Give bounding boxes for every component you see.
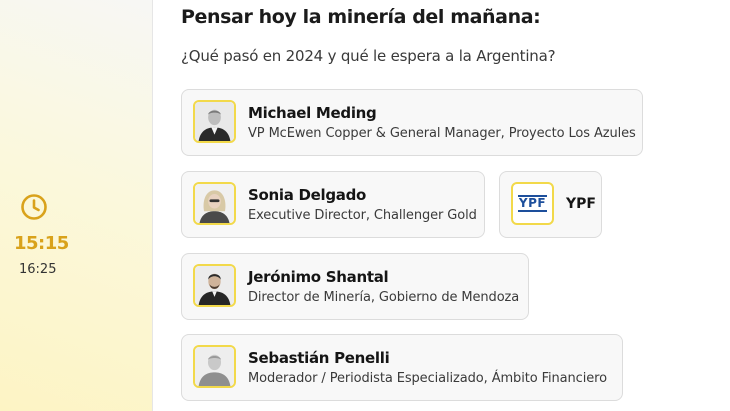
speaker-card-sebastian-penelli[interactable]: Sebastián Penelli Moderador / Periodista… xyxy=(181,334,623,401)
speaker-photo xyxy=(193,100,236,143)
speaker-role: Director de Minería, Gobierno de Mendoza xyxy=(248,290,520,305)
speaker-name: Sonia Delgado xyxy=(248,186,367,204)
schedule-timeline: 15:15 16:25 xyxy=(0,0,153,411)
start-time: 15:15 xyxy=(14,233,69,254)
session-title: Pensar hoy la minería del mañana: xyxy=(181,6,541,28)
speaker-photo xyxy=(193,182,236,225)
speaker-card-jeronimo-shantal[interactable]: Jerónimo Shantal Director de Minería, Go… xyxy=(181,253,529,320)
company-card-ypf[interactable]: YPF YPF xyxy=(499,171,602,238)
speaker-role: Executive Director, Challenger Gold xyxy=(248,208,477,223)
speaker-name: Sebastián Penelli xyxy=(248,349,390,367)
ypf-logo: YPF xyxy=(511,182,554,225)
speaker-role: VP McEwen Copper & General Manager, Proy… xyxy=(248,126,636,141)
session-subtitle: ¿Qué pasó en 2024 y qué le espera a la A… xyxy=(181,47,556,65)
speaker-photo xyxy=(193,345,236,388)
speaker-card-sonia-delgado[interactable]: Sonia Delgado Executive Director, Challe… xyxy=(181,171,485,238)
speaker-name: Michael Meding xyxy=(248,104,377,122)
end-time: 16:25 xyxy=(19,262,57,277)
speaker-name: Jerónimo Shantal xyxy=(248,268,389,286)
ypf-logo-text: YPF xyxy=(517,195,548,212)
company-name: YPF xyxy=(566,196,596,212)
speaker-card-michael-meding[interactable]: Michael Meding VP McEwen Copper & Genera… xyxy=(181,89,643,156)
speaker-photo xyxy=(193,264,236,307)
speaker-role: Moderador / Periodista Especializado, Ám… xyxy=(248,371,607,386)
clock-icon xyxy=(21,194,47,220)
